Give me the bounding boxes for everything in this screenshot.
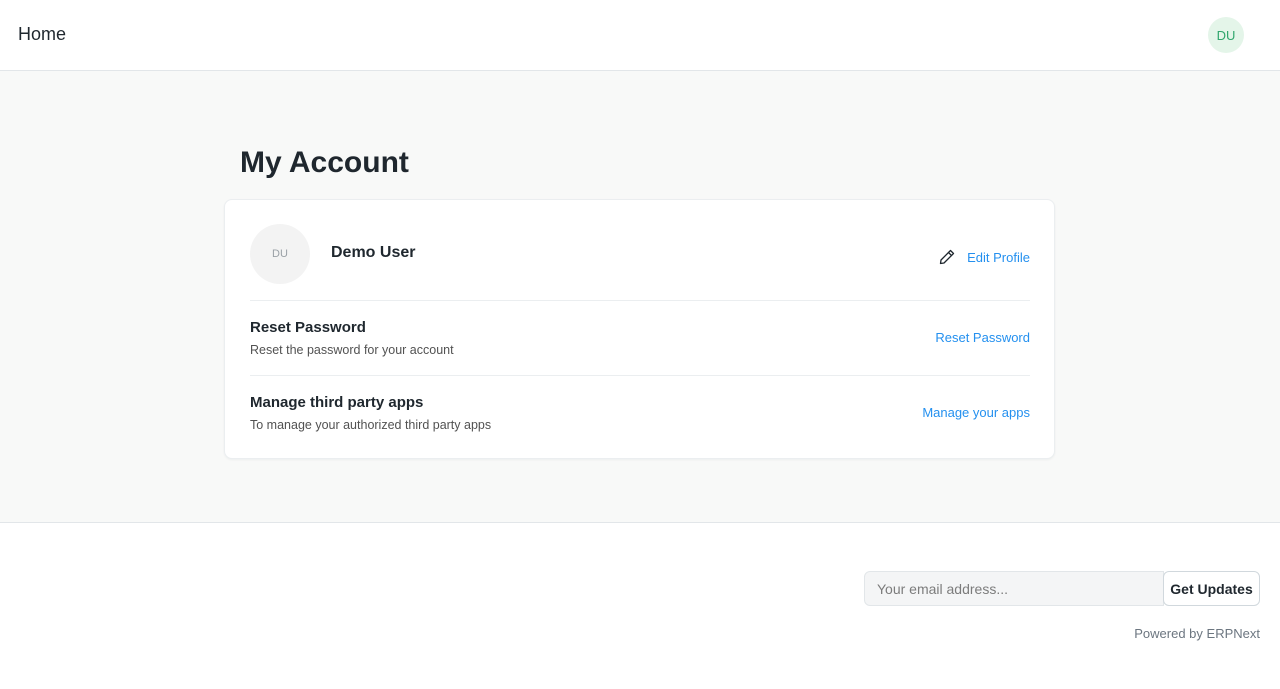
- footer: Get Updates Powered by ERPNext: [0, 523, 1280, 689]
- manage-apps-link[interactable]: Manage your apps: [922, 405, 1030, 420]
- third-party-apps-description: To manage your authorized third party ap…: [250, 418, 492, 432]
- pencil-icon: [937, 247, 957, 267]
- account-card: DU Demo User Edit Profile Reset Password…: [224, 199, 1055, 459]
- edit-profile-link[interactable]: Edit Profile: [967, 250, 1030, 265]
- page-title: My Account: [240, 146, 409, 179]
- nav-home-link[interactable]: Home: [18, 24, 66, 45]
- profile-name: Demo User: [331, 244, 416, 261]
- get-updates-button[interactable]: Get Updates: [1163, 571, 1260, 606]
- nav-user-avatar[interactable]: DU: [1208, 17, 1244, 53]
- reset-password-title: Reset Password: [250, 319, 366, 336]
- email-subscribe-input[interactable]: [864, 571, 1164, 606]
- reset-password-description: Reset the password for your account: [250, 343, 454, 357]
- profile-row: DU Demo User Edit Profile: [250, 224, 1030, 301]
- reset-password-link[interactable]: Reset Password: [935, 330, 1030, 345]
- navbar: Home DU: [0, 0, 1280, 71]
- main-content: My Account DU Demo User Edit Profile Res…: [0, 71, 1280, 523]
- third-party-apps-title: Manage third party apps: [250, 394, 424, 411]
- edit-profile-button[interactable]: Edit Profile: [937, 247, 1030, 267]
- third-party-apps-row: Manage third party apps To manage your a…: [250, 376, 1030, 451]
- powered-by-text: Powered by ERPNext: [1134, 626, 1260, 641]
- profile-avatar: DU: [250, 224, 310, 284]
- reset-password-row: Reset Password Reset the password for yo…: [250, 301, 1030, 376]
